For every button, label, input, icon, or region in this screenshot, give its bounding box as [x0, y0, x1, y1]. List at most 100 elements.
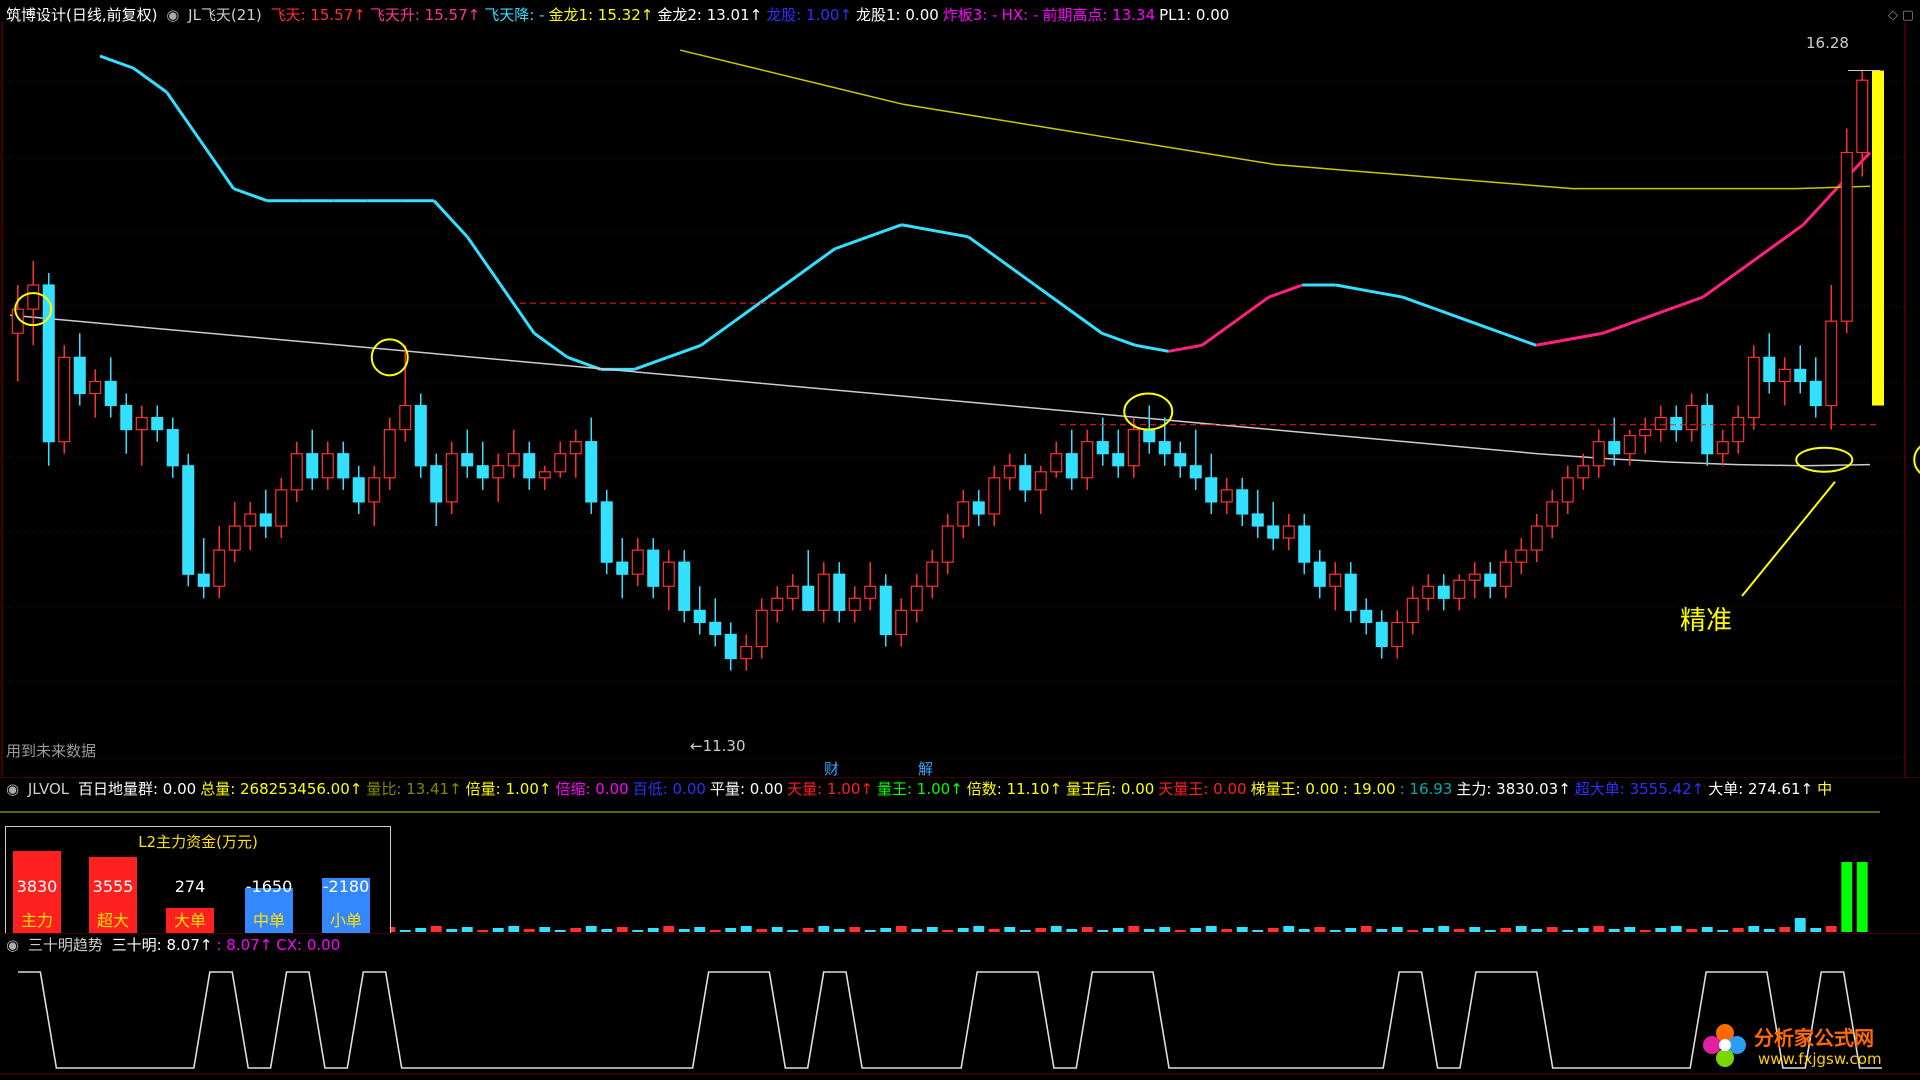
candle-body	[1623, 435, 1636, 455]
vol-indicator-name: JLVOL	[27, 780, 70, 798]
trend-oscillator[interactable]	[0, 956, 1920, 1080]
main-price-chart[interactable]	[0, 22, 1920, 777]
candle-body	[275, 489, 288, 527]
volume-bar	[1360, 926, 1372, 932]
volume-bar	[1531, 929, 1543, 932]
marker-jie: 解	[918, 760, 934, 778]
l2-bar-value: -2180	[322, 877, 370, 896]
indicator-line-segment	[499, 284, 536, 335]
candle-body	[957, 501, 970, 527]
vol-value-item: 倍缩: 0.00	[555, 780, 629, 798]
candle-body	[197, 573, 210, 587]
right-box-icon[interactable]: ▢	[1902, 8, 1914, 23]
indicator-line-segment	[1535, 337, 1570, 347]
indicator-line-segment	[934, 229, 969, 239]
candle-body	[1375, 621, 1388, 648]
candle-body	[1034, 471, 1047, 491]
candle-body	[988, 477, 1001, 515]
volume-bar	[1779, 927, 1791, 932]
candle-body	[1437, 585, 1450, 599]
candle-body	[104, 380, 117, 407]
vol-value-item: 天量王: 0.00	[1158, 780, 1247, 798]
volume-bar	[601, 929, 613, 932]
volume-bar	[1577, 928, 1589, 932]
indicator-line-segment	[1000, 259, 1036, 287]
volume-bar	[492, 928, 504, 932]
vol-value-item: : 19.00	[1342, 780, 1396, 798]
candle-body	[879, 585, 892, 636]
candle-body	[1484, 573, 1497, 587]
candle-body	[554, 453, 567, 473]
candle-body	[569, 441, 582, 455]
volume-bar	[616, 927, 628, 932]
high-price-label: 16.28	[1806, 34, 1849, 52]
indicator-line-segment	[466, 235, 502, 286]
indicator-line-segment	[1669, 295, 1704, 311]
volume-bar	[756, 929, 768, 932]
volume-bar	[570, 928, 582, 932]
candle-body	[1313, 561, 1326, 587]
candle-body	[1329, 573, 1342, 587]
vol-value-item: : 16.93	[1399, 780, 1453, 798]
vol-value-item: 天量: 1.00↑	[787, 780, 873, 798]
volume-bar	[895, 926, 907, 932]
volume-bar	[1763, 929, 1775, 932]
volume-bar	[1407, 930, 1419, 932]
candle-body	[1608, 441, 1621, 455]
highlight-circle	[1123, 392, 1174, 431]
volume-bar	[1314, 927, 1326, 932]
candle-body	[833, 573, 846, 611]
indicator-line-segment	[1401, 295, 1437, 311]
candle-body	[631, 549, 644, 575]
volume-bar	[1066, 929, 1078, 932]
vol-value-item: 量王后: 0.00	[1066, 780, 1155, 798]
candle-body	[616, 561, 629, 575]
indicator-line-segment	[1168, 343, 1203, 353]
watermark-line2: www.fxjgsw.com	[1758, 1050, 1882, 1068]
volume-bar	[678, 929, 690, 932]
vol-value-item: 倍数: 11.10↑	[966, 780, 1063, 798]
candle-body	[228, 525, 241, 551]
candle-body	[1809, 380, 1822, 407]
candle-body	[1577, 465, 1590, 479]
vol-collapse-icon[interactable]: ◉	[6, 780, 19, 798]
indicator-line-segment	[1735, 247, 1771, 275]
candle-body	[135, 416, 148, 431]
volume-bar	[1701, 927, 1713, 932]
candle-body	[585, 441, 598, 503]
indicator-line-segment	[1101, 331, 1136, 347]
candle-body	[1546, 501, 1559, 527]
candle-body	[1840, 151, 1853, 322]
volume-bar	[911, 929, 923, 932]
indicator-line-segment	[700, 319, 736, 347]
vol-value-item: 总量: 268253456.00↑	[200, 780, 363, 798]
candle-body	[1732, 416, 1745, 443]
candle-body	[1685, 404, 1698, 431]
indicator-line-segment	[99, 54, 134, 70]
candle-body	[1825, 320, 1838, 407]
candle-body	[73, 356, 86, 395]
volume-bar	[694, 927, 706, 932]
volume-bar	[415, 928, 427, 932]
candle-body	[27, 284, 40, 310]
candle-body	[1220, 489, 1233, 503]
volume-bar	[1050, 926, 1062, 932]
candle-body	[306, 453, 319, 479]
l2-bar-value: 3830	[16, 877, 58, 896]
l2-bar-label: 超大	[96, 911, 129, 930]
osc-collapse-icon[interactable]: ◉	[6, 936, 19, 954]
volume-bar	[864, 930, 876, 932]
volume-bar	[833, 929, 845, 932]
right-diamond-icon[interactable]: ◇	[1888, 8, 1898, 23]
candle-body	[647, 549, 660, 587]
indicator-line-segment	[1768, 223, 1805, 251]
volume-bar	[1624, 927, 1636, 932]
volume-bar	[1655, 928, 1667, 932]
volume-bar	[1267, 928, 1279, 932]
volume-bar	[585, 926, 597, 932]
candle-body	[1515, 549, 1528, 563]
candle-body	[600, 501, 613, 563]
candle-body	[895, 609, 908, 636]
osc-value-item: CX: 0.00	[276, 936, 341, 954]
candle-body	[321, 453, 334, 479]
